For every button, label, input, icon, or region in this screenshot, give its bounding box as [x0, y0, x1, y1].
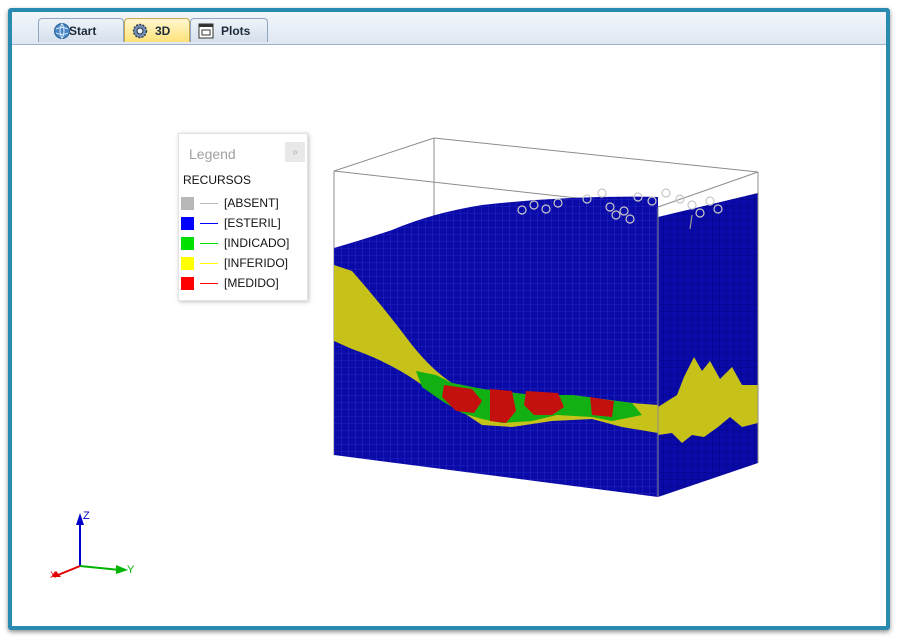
- axis-gizmo: Z Y X: [50, 510, 135, 580]
- tab-bar: Start 3D Plots: [12, 12, 886, 45]
- tab-start-label: Start: [69, 23, 97, 38]
- legend-item-label: [INFERIDO]: [224, 256, 289, 270]
- y-axis-label: Y: [127, 564, 135, 576]
- tab-start[interactable]: Start: [38, 18, 124, 42]
- viewer-frame: Start 3D Plots Z Y X Legend » RECURSOS […: [8, 8, 890, 630]
- legend-line: [200, 242, 218, 244]
- application-window: Start 3D Plots Z Y X Legend » RECURSOS […: [0, 0, 904, 642]
- legend-panel[interactable]: Legend » RECURSOS [ABSENT] [ESTERIL] [INDI…: [178, 133, 308, 301]
- block-model-side-face: [658, 193, 758, 497]
- legend-swatch: [181, 196, 194, 210]
- z-axis-label: Z: [83, 510, 90, 522]
- legend-item-label: [ESTERIL]: [224, 216, 281, 230]
- tab-plots[interactable]: Plots: [190, 18, 268, 42]
- legend-heading: RECURSOS: [183, 173, 252, 187]
- legend-item: [INFERIDO]: [181, 255, 303, 271]
- legend-title: Legend: [189, 146, 236, 162]
- gear-globe-icon: [131, 22, 149, 40]
- x-axis-label: X: [50, 570, 56, 580]
- legend-item: [INDICADO]: [181, 235, 303, 251]
- legend-line: [200, 202, 218, 204]
- tab-3d-label: 3D: [155, 23, 171, 38]
- tab-3d[interactable]: 3D: [124, 18, 190, 42]
- legend-line: [200, 262, 218, 264]
- legend-item: [ESTERIL]: [181, 215, 303, 231]
- globe-icon: [53, 22, 71, 40]
- legend-swatch: [181, 256, 194, 270]
- legend-swatch: [181, 216, 194, 230]
- legend-collapse-button[interactable]: »: [285, 142, 305, 162]
- legend-item-label: [ABSENT]: [224, 196, 279, 210]
- legend-swatch: [181, 276, 194, 290]
- legend-item-label: [MEDIDO]: [224, 276, 279, 290]
- plot-window-icon: [197, 22, 215, 40]
- 3d-viewport[interactable]: Z Y X Legend » RECURSOS [ABSENT] [ESTERIL…: [12, 45, 886, 626]
- legend-line: [200, 222, 218, 224]
- tab-plots-label: Plots: [221, 23, 251, 38]
- legend-line: [200, 282, 218, 284]
- legend-item: [MEDIDO]: [181, 275, 303, 291]
- legend-item-label: [INDICADO]: [224, 236, 290, 250]
- legend-swatch: [181, 236, 194, 250]
- block-model-scene[interactable]: Z Y X: [12, 45, 886, 626]
- block-model-front-face: [334, 196, 658, 497]
- legend-item: [ABSENT]: [181, 195, 303, 211]
